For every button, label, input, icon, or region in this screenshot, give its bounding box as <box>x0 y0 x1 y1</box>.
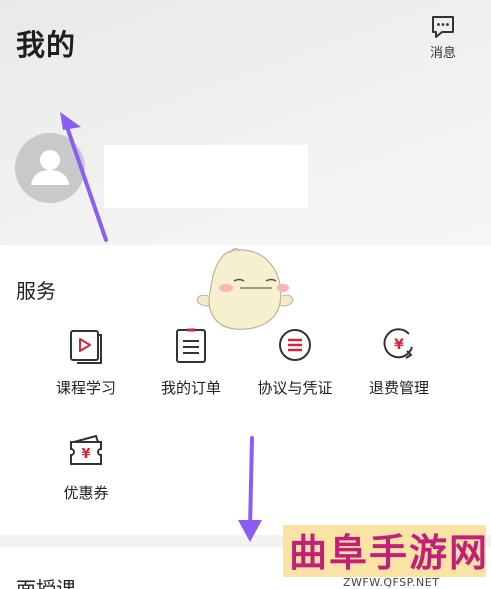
watermark-text: 曲阜手游网 <box>289 531 490 575</box>
annotation-arrows <box>60 112 262 542</box>
watermark-url: ZWFW.QFSP.NET <box>343 576 440 589</box>
